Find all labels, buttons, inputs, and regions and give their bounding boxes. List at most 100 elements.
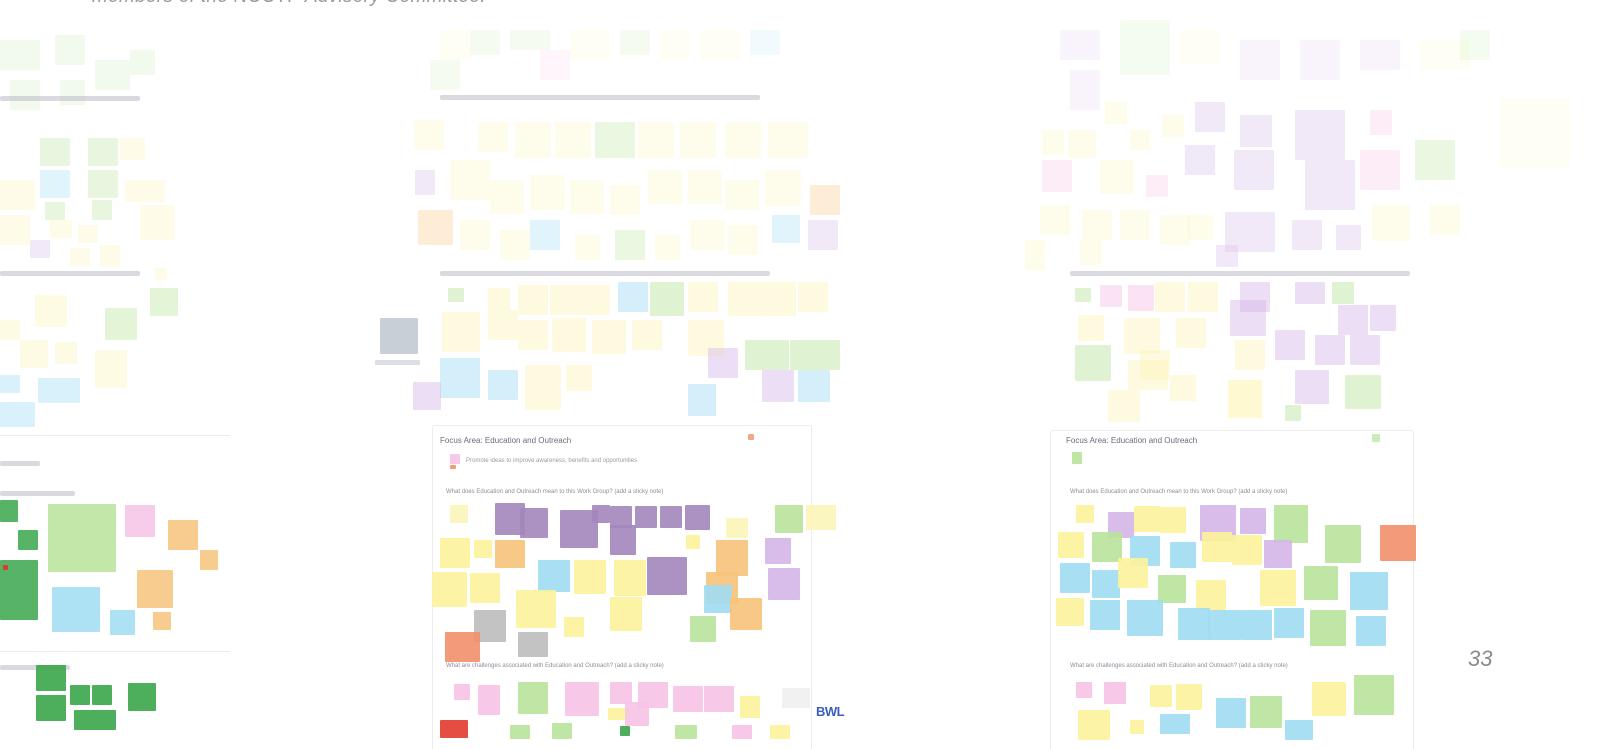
sticky-note: [155, 268, 167, 280]
sticky-note: [530, 175, 565, 210]
sticky-note: [660, 506, 682, 528]
sticky-note: [432, 572, 467, 607]
sticky-note: [38, 378, 80, 403]
sticky-note: [153, 612, 171, 630]
sticky-note: [782, 688, 810, 708]
sticky-note: [632, 320, 662, 350]
sticky-note: [1060, 563, 1090, 593]
sticky-note: [1042, 160, 1072, 192]
sticky-note: [1195, 102, 1225, 132]
sticky-note: [610, 185, 640, 215]
sticky-note: [55, 35, 85, 65]
sticky-note: [565, 682, 599, 716]
sticky-note: [732, 725, 752, 739]
sticky-note: [1415, 140, 1455, 180]
sticky-note: [488, 288, 510, 310]
sticky-note: [1150, 685, 1172, 707]
sticky-note: [125, 505, 155, 537]
sticky-note: [1160, 215, 1190, 245]
sticky-note: [726, 518, 748, 538]
sticky-note: [88, 170, 118, 198]
sticky-note: [440, 358, 480, 398]
sticky-note: [70, 248, 90, 266]
sticky-note: [1274, 505, 1308, 543]
sticky-note: [647, 557, 687, 595]
sticky-note: [748, 434, 754, 440]
sticky-note: [570, 30, 610, 60]
sticky-note: [1072, 452, 1082, 464]
sticky-note: [1100, 160, 1134, 194]
sticky-note: [40, 170, 70, 198]
sticky-note: [30, 240, 50, 258]
sticky-note: [1275, 330, 1305, 360]
sticky-note: [1196, 580, 1226, 610]
question-meaning: What does Education and Outreach mean to…: [1070, 489, 1288, 495]
sticky-note: [1304, 566, 1338, 600]
sticky-note: [638, 682, 668, 708]
sticky-note: [1232, 535, 1262, 565]
sticky-note: [125, 180, 165, 202]
question-line: [440, 271, 770, 276]
sticky-note: [35, 295, 67, 327]
sticky-note: [430, 60, 460, 90]
whiteboard-left: [0, 20, 230, 749]
sticky-note: [1188, 215, 1213, 240]
sticky-note: [1338, 305, 1368, 335]
sticky-note: [1345, 375, 1381, 409]
sticky-note: [592, 505, 610, 523]
sticky-note: [790, 340, 840, 370]
sticky-note: [100, 245, 120, 267]
sticky-note: [128, 683, 156, 711]
sticky-note: [1134, 506, 1160, 532]
sticky-note: [1312, 682, 1346, 716]
sticky-note: [1250, 696, 1282, 728]
sticky-note: [1118, 558, 1148, 588]
sticky-note: [1076, 682, 1092, 698]
sticky-note: [470, 573, 500, 603]
sticky-note: [673, 686, 703, 712]
sticky-note: [0, 320, 20, 340]
sticky-note: [1105, 102, 1127, 124]
sticky-note: [488, 310, 518, 340]
sticky-note: [1042, 130, 1064, 155]
sticky-note: [1082, 210, 1112, 240]
sticky-note: [728, 282, 762, 316]
sticky-note: [638, 122, 674, 158]
sticky-note: [762, 370, 794, 402]
sticky-note: [1120, 210, 1150, 240]
sticky-note: [1228, 380, 1262, 418]
sticky-note: [70, 685, 90, 705]
sticky-note: [495, 540, 525, 568]
sticky-note: [1234, 150, 1274, 190]
sticky-note: [798, 282, 828, 312]
sticky-note: [1068, 130, 1096, 158]
sticky-note: [40, 138, 70, 166]
sticky-note: [1170, 542, 1196, 568]
sticky-note: [1100, 285, 1122, 307]
sticky-note: [574, 560, 606, 594]
sticky-note: [1130, 720, 1144, 734]
sticky-note: [45, 202, 65, 220]
sticky-note: [1240, 115, 1272, 147]
sticky-note: [610, 682, 632, 704]
sticky-note: [88, 138, 118, 166]
sticky-note: [413, 382, 441, 410]
sticky-note: [1178, 608, 1210, 640]
sticky-note: [510, 30, 550, 50]
caption-text: members of the NCCTP Advisory Committee.: [92, 0, 486, 8]
sticky-note: [0, 375, 20, 393]
sticky-note: [440, 30, 470, 60]
sticky-note: [1292, 220, 1322, 250]
sticky-note: [1078, 315, 1104, 341]
sticky-note: [442, 312, 480, 352]
sticky-note: [1430, 205, 1460, 235]
sticky-note: [450, 454, 460, 464]
sticky-note: [680, 122, 716, 158]
sticky-note: [762, 282, 796, 316]
sticky-note: [740, 696, 760, 718]
sticky-note: [95, 60, 130, 90]
sticky-note: [595, 122, 635, 158]
sticky-note: [615, 230, 645, 260]
sticky-note: [1295, 282, 1325, 304]
sticky-note: [18, 530, 38, 550]
